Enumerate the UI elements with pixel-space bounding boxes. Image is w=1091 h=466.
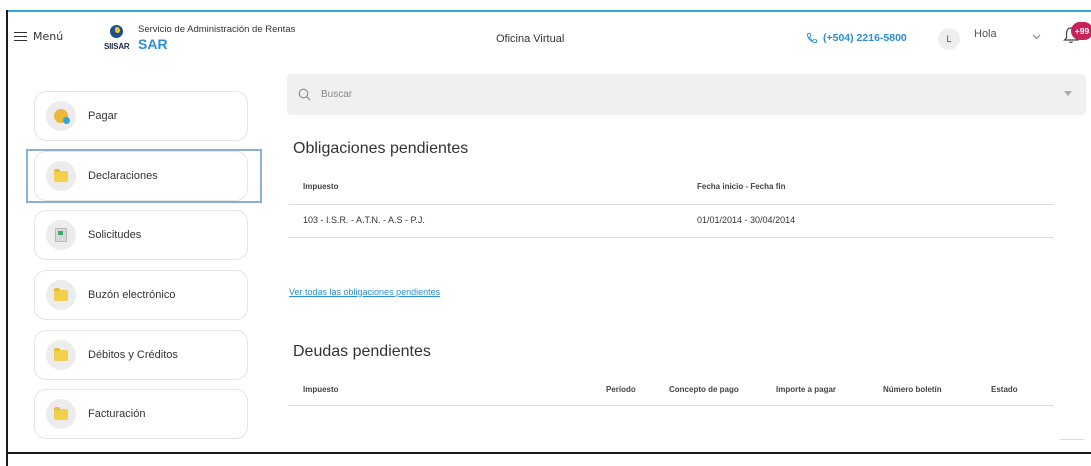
column-header-fechas: Fecha inicio - Fecha fin (697, 182, 786, 191)
brand-logo-text: SIISAR (104, 42, 130, 51)
sidebar-item-label: Facturación (88, 408, 146, 420)
search-placeholder: Buscar (321, 89, 353, 100)
scroll-divider (1060, 439, 1084, 440)
column-header-numero-boletin: Número boletín (883, 385, 942, 394)
sidebar-item-facturacion[interactable]: Facturación (34, 389, 248, 439)
cell-impuesto: 103 - I.S.R. - A.T.N. - A.S - P.J. (303, 215, 425, 225)
page-title: Oficina Virtual (496, 33, 565, 45)
menu-label: Menú (33, 30, 64, 43)
header: Menú SIISAR Servicio de Administración d… (8, 12, 1091, 68)
divider (289, 405, 1054, 406)
search-input[interactable]: Buscar (287, 74, 1086, 115)
sidebar-item-pagar[interactable]: Pagar (34, 91, 248, 141)
folder-icon (46, 340, 76, 370)
divider (289, 237, 1054, 238)
column-header-importe: Importe a pagar (776, 385, 837, 394)
window-border-left (6, 10, 8, 466)
ver-todas-obligaciones-link[interactable]: Ver todas las obligaciones pendientes (289, 287, 440, 297)
sidebar-item-label: Solicitudes (88, 229, 142, 241)
documents-icon (46, 220, 76, 250)
column-header-estado: Estado (991, 385, 1018, 394)
deudas-title: Deudas pendientes (293, 343, 431, 360)
cell-fechas: 01/01/2014 - 30/04/2014 (697, 215, 796, 225)
window-top (0, 0, 1091, 10)
column-header-impuesto: Impuesto (303, 182, 339, 191)
phone-number: (+504) 2216-5800 (823, 32, 907, 44)
coin-icon (46, 101, 76, 131)
caret-down-icon[interactable] (1064, 91, 1072, 96)
brand-logo[interactable]: SIISAR Servicio de Administración de Ren… (104, 24, 304, 60)
sidebar-item-debitos-creditos[interactable]: Débitos y Créditos (34, 330, 248, 380)
divider (289, 204, 1054, 205)
sidebar-item-label: Pagar (88, 110, 118, 122)
column-header-impuesto: Impuesto (303, 385, 339, 394)
window-border-bottom (6, 452, 1091, 454)
column-header-concepto: Concepto de pago (669, 385, 739, 394)
obligaciones-title: Obligaciones pendientes (293, 140, 469, 157)
notification-badge[interactable]: +99 (1071, 22, 1091, 40)
sar-logo-icon: SIISAR (104, 24, 134, 58)
sidebar-item-label: Buzón electrónico (88, 289, 176, 301)
search-icon (298, 88, 311, 101)
hamburger-icon (14, 31, 27, 42)
sidebar-item-label: Débitos y Créditos (88, 349, 178, 361)
brand-title: Servicio de Administración de Rentas (138, 24, 296, 35)
sidebar-item-solicitudes[interactable]: Solicitudes (34, 210, 248, 260)
column-header-periodo: Período (606, 385, 636, 394)
avatar[interactable]: L (938, 28, 960, 50)
phone-link[interactable]: (+504) 2216-5800 (806, 32, 907, 44)
user-greeting[interactable]: Hola (974, 28, 997, 40)
folder-icon (46, 280, 76, 310)
sidebar-item-buzon[interactable]: Buzón electrónico (34, 270, 248, 320)
phone-icon (807, 33, 817, 43)
menu-button[interactable]: Menú (14, 30, 63, 43)
brand-short: SAR (138, 36, 168, 52)
folder-icon (46, 399, 76, 429)
chevron-down-icon[interactable] (1032, 34, 1041, 40)
selected-item-outline (26, 149, 262, 203)
